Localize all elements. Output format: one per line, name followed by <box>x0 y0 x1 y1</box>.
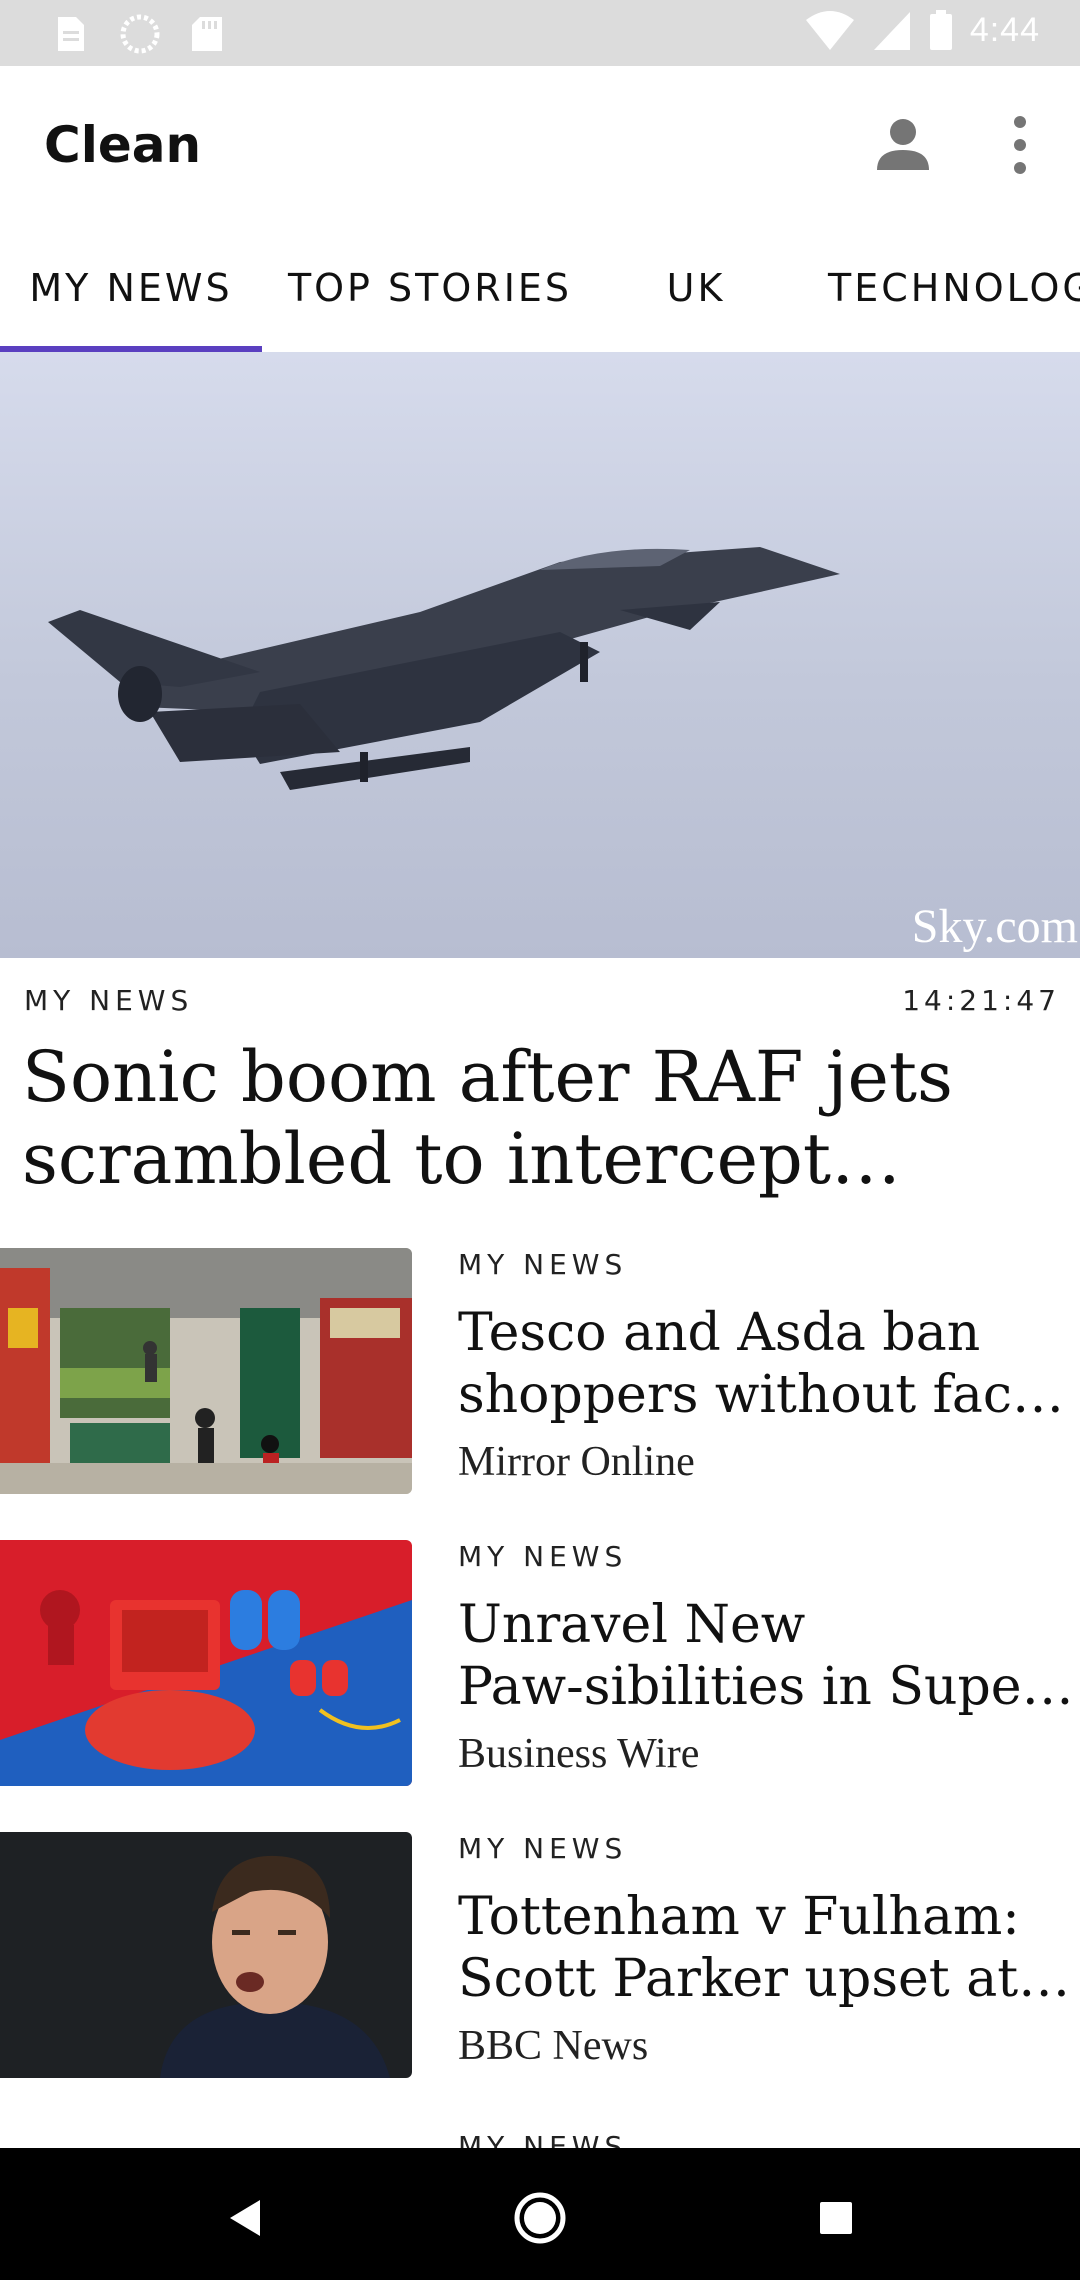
article-category: MY NEWS <box>458 1248 628 1281</box>
tab-my-news[interactable]: MY NEWS <box>0 224 262 352</box>
app-title: Clean <box>44 116 202 174</box>
headline-line: Tottenham v Fulham: <box>458 1887 1020 1947</box>
category-tabs: MY NEWS TOP STORIES UK TECHNOLOGY <box>0 224 1080 352</box>
headline-line: Tesco and Asda ban <box>458 1303 981 1363</box>
recents-button[interactable] <box>796 2178 876 2258</box>
article-category: MY NEWS <box>458 1540 628 1573</box>
status-left-icons <box>52 14 224 54</box>
headline-line: Scott Parker upset at side <box>458 1949 1078 2009</box>
app-bar: Clean <box>0 66 1080 224</box>
hero-timestamp: 14:21:47 <box>902 984 1060 1017</box>
status-bar: 4:44 <box>0 0 1080 66</box>
hero-headline[interactable]: Sonic boom after RAF jets scrambled to i… <box>22 1036 1062 1200</box>
back-button[interactable] <box>204 2178 284 2258</box>
battery-icon <box>929 10 952 50</box>
hero-category: MY NEWS <box>24 984 194 1017</box>
document-icon <box>58 17 84 51</box>
list-item[interactable]: MY NEWS Tesco and Asda ban shoppers with… <box>0 1248 1080 1498</box>
article-category: MY NEWS <box>458 1832 628 1865</box>
tab-technology[interactable]: TECHNOLOGY <box>794 224 1080 352</box>
list-item[interactable]: MY NEWS Tottenham v Fulham: Scott Parker… <box>0 1832 1080 2082</box>
headline-line: Unravel New <box>458 1595 806 1655</box>
hero-meta: MY NEWS 14:21:47 <box>24 984 1060 1020</box>
status-right-icons: 4:44 <box>804 8 1040 52</box>
recents-square-icon <box>820 2202 852 2234</box>
article-headline: Tesco and Asda ban shoppers without face… <box>458 1302 1078 1426</box>
back-triangle-icon <box>230 2200 260 2236</box>
article-source: Mirror Online <box>458 1439 695 1485</box>
sync-icon <box>120 14 160 54</box>
list-item[interactable]: MY NEWS Unravel New Paw-sibilities in Su… <box>0 1540 1080 1790</box>
more-vert-icon <box>1014 116 1026 174</box>
wifi-icon <box>805 11 854 50</box>
article-source: Business Wire <box>458 1731 700 1777</box>
article-headline: Unravel New Paw-sibilities in Super Mari… <box>458 1594 1078 1718</box>
tab-uk[interactable]: UK <box>598 224 794 352</box>
status-time: 4:44 <box>969 10 1040 49</box>
headline-line: shoppers without face masks <box>458 1365 1078 1425</box>
signal-icon <box>873 12 910 50</box>
home-button[interactable] <box>500 2178 580 2258</box>
article-thumbnail <box>0 1248 412 1494</box>
fighter-jet-illustration <box>48 547 840 790</box>
hero-image[interactable]: Sky.com <box>0 352 1080 958</box>
more-options-button[interactable] <box>1000 112 1040 178</box>
article-thumbnail <box>0 1540 412 1786</box>
account-button[interactable] <box>872 114 934 176</box>
tab-top-stories[interactable]: TOP STORIES <box>262 224 598 352</box>
article-thumbnail <box>0 1832 412 2078</box>
home-circle-icon <box>514 2192 566 2244</box>
image-credit: Sky.com <box>911 900 1078 953</box>
sd-card-icon <box>192 17 222 51</box>
person-icon <box>877 119 929 170</box>
navigation-bar <box>0 2148 1080 2280</box>
headline-line: Paw-sibilities in Super Mario <box>458 1657 1078 1717</box>
article-source: BBC News <box>458 2023 649 2069</box>
article-headline: Tottenham v Fulham: Scott Parker upset a… <box>458 1886 1078 2010</box>
